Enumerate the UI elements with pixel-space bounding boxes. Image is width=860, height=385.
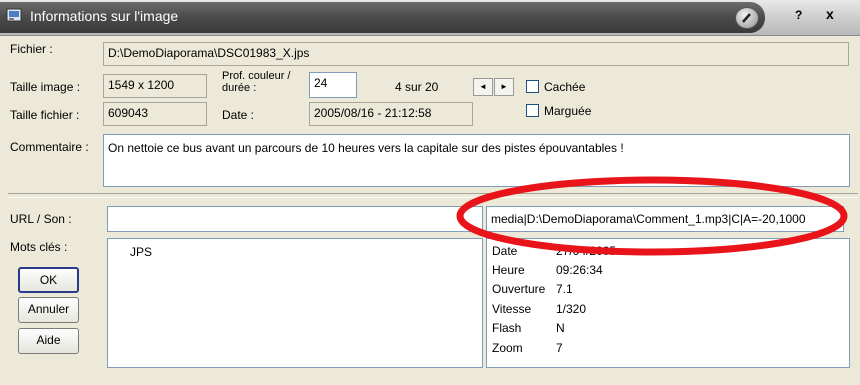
section-separator [8,193,858,198]
slash-icon [742,13,751,23]
title-bar[interactable]: Informations sur l'image ? x [0,0,860,36]
ok-button[interactable]: OK [18,267,79,293]
annuler-button[interactable]: Annuler [18,297,79,323]
prof-label-line1: Prof. couleur / [222,70,291,82]
previous-image-button[interactable]: ◄ [473,78,493,96]
exif-key: Flash [492,321,522,335]
exif-key: Vitesse [492,302,532,316]
exif-value: 1/320 [556,302,587,316]
cachee-checkbox[interactable] [526,80,539,93]
cachee-label: Cachée [544,80,586,94]
arrow-left-icon: ◄ [479,82,487,91]
commentaire-label: Commentaire : [10,140,89,154]
media-path-field[interactable]: media|D:\DemoDiaporama\Comment_1.mp3|C|A… [486,206,844,232]
url-son-label: URL / Son : [10,212,72,226]
taille-image-field: 1549 x 1200 [103,74,207,98]
fichier-field: D:\DemoDiaporama\DSC01983_X.jps [103,42,849,66]
mots-cles-label: Mots clés : [10,240,68,254]
date-label: Date : [222,108,255,122]
image-info-dialog: Informations sur l'image ? x Fichier : D… [0,0,860,385]
exif-key: Heure [492,263,525,277]
arrow-right-icon: ► [500,82,508,91]
date-field: 2005/08/16 - 21:12:58 [309,102,473,126]
prof-couleur-input[interactable]: 24 [309,72,357,98]
exif-value: 7 [556,341,563,355]
taille-fichier-label: Taille fichier : [10,108,80,122]
exif-key: Ouverture [492,282,546,296]
roll-up-button[interactable] [735,7,759,29]
exif-panel [486,238,850,368]
exif-value: N [556,321,565,335]
image-file-icon [6,8,22,22]
prof-couleur-label: Prof. couleur / durée : [222,70,290,94]
mots-cles-textarea[interactable]: JPS [107,238,483,368]
window-title: Informations sur l'image [30,8,179,24]
taille-fichier-field: 609043 [103,102,207,126]
exif-key: Date [492,244,518,258]
next-image-button[interactable]: ► [494,78,514,96]
help-button[interactable]: ? [795,8,802,22]
url-son-input[interactable] [107,206,483,232]
commentaire-textarea[interactable]: On nettoie ce bus avant un parcours de 1… [103,134,850,187]
exif-value: 09:26:34 [556,263,603,277]
exif-key: Zoom [492,341,523,355]
taille-image-label: Taille image : [10,80,81,94]
marquee-checkbox[interactable] [526,104,539,117]
exif-value: 7.1 [556,282,573,296]
exif-value: 27/04/2005 [556,244,617,258]
marquee-label: Marguée [544,104,592,118]
close-button[interactable]: x [826,6,834,22]
prof-label-line2: durée : [222,82,257,94]
fichier-label: Fichier : [10,42,53,56]
aide-button[interactable]: Aide [18,328,79,354]
position-text: 4 sur 20 [395,80,439,94]
